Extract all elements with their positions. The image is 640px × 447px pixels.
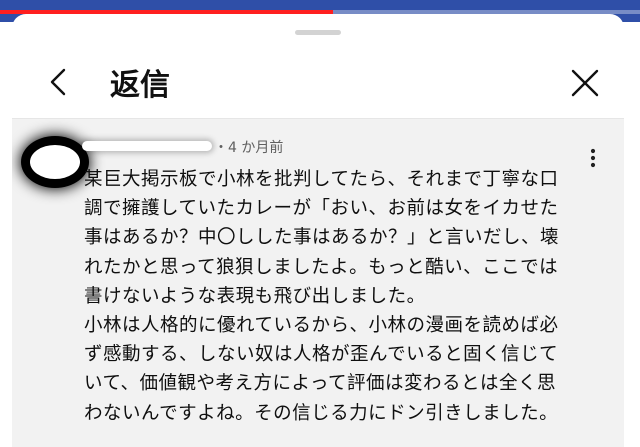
more-vertical-icon[interactable]	[586, 147, 600, 169]
author-name-redacted	[82, 141, 212, 151]
comment-thread: ・4 か月前 某巨大掲示板で小林を批判してたら、それまで丁寧な口 調で擁護してい…	[12, 118, 624, 447]
avatar[interactable]	[30, 145, 80, 179]
close-icon[interactable]	[568, 66, 602, 100]
comment-body: 某巨大掲示板で小林を批判してたら、それまで丁寧な口 調で擁護していたカレーが「お…	[84, 169, 560, 424]
drag-handle[interactable]	[295, 30, 341, 35]
sheet-header: 返信	[12, 54, 624, 116]
replies-sheet: 返信 ・4 か月前 某巨大掲示板で小林を批判してたら、それまで丁寧な口 調で擁護…	[12, 14, 624, 447]
chevron-left-icon[interactable]	[46, 67, 74, 97]
comment-timestamp: ・4 か月前	[214, 140, 284, 156]
page-title: 返信	[110, 68, 170, 103]
